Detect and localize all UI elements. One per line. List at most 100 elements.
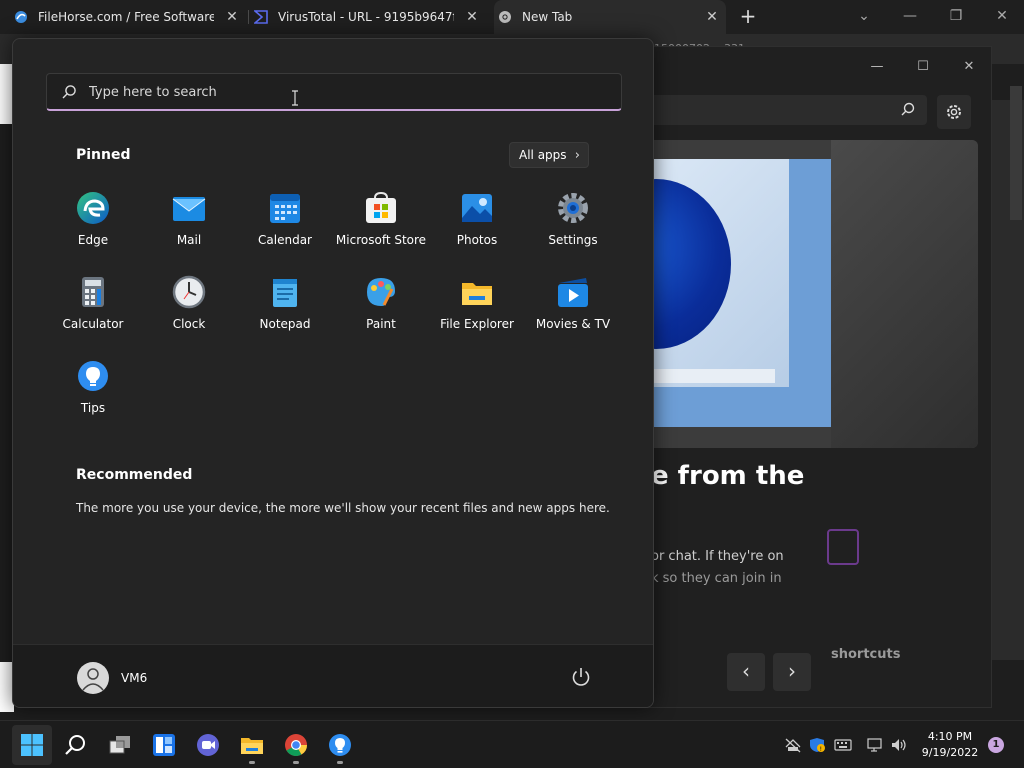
notification-badge[interactable]: 1 <box>988 737 1004 753</box>
pinned-app-paint[interactable]: Paint <box>333 265 429 339</box>
security-shield-icon[interactable]: ! <box>808 737 826 753</box>
pinned-app-microsoft-store[interactable]: Microsoft Store <box>333 181 429 255</box>
search-icon <box>901 102 915 116</box>
search-icon <box>65 735 85 755</box>
tab-new-tab[interactable]: New Tab ✕ <box>494 0 726 34</box>
tips-search-input[interactable] <box>641 95 927 125</box>
calendar-icon <box>270 194 300 223</box>
clock-time: 4:10 PM <box>927 730 973 743</box>
tab-search-chevron-icon[interactable]: ⌄ <box>852 6 876 26</box>
tips-settings-button[interactable] <box>937 95 971 129</box>
app-label: Clock <box>172 317 206 331</box>
start-button[interactable] <box>12 725 52 765</box>
running-indicator <box>293 761 299 764</box>
user-icon <box>82 668 104 691</box>
tab-close-icon[interactable]: ✕ <box>464 9 480 25</box>
scrollbar[interactable] <box>1010 86 1022 220</box>
tab-title: New Tab <box>522 10 573 24</box>
pinned-app-settings[interactable]: Settings <box>525 181 621 255</box>
hero-screen <box>641 159 789 387</box>
search-input[interactable] <box>89 82 589 102</box>
tab-close-icon[interactable]: ✕ <box>224 9 240 25</box>
paint-icon <box>367 278 395 306</box>
gear-icon <box>558 193 588 223</box>
taskbar-clock[interactable]: 4:10 PM 9/19/2022 <box>920 729 980 761</box>
volume-icon[interactable] <box>890 737 908 753</box>
network-icon[interactable] <box>866 737 884 753</box>
tab-filehorse[interactable]: FileHorse.com / Free Software Do ✕ <box>14 0 246 34</box>
tab-title: FileHorse.com / Free Software Do <box>38 10 214 24</box>
start-menu: Pinned All apps › Edge Mail Calendar Mic… <box>12 38 654 708</box>
app-label: Tips <box>80 401 106 415</box>
previous-tip-button[interactable]: ‹ <box>727 653 765 691</box>
chrome-favicon-icon <box>499 11 511 23</box>
app-label: Calendar <box>258 233 312 247</box>
tab-separator <box>248 10 249 24</box>
pinned-app-notepad[interactable]: Notepad <box>237 265 333 339</box>
recommended-message: The more you use your device, the more w… <box>76 501 610 515</box>
hero-tablet <box>641 159 831 427</box>
gear-icon <box>947 105 961 119</box>
app-label: Microsoft Store <box>335 233 427 247</box>
restore-icon[interactable]: ❐ <box>944 6 968 26</box>
pinned-app-tips[interactable]: Tips <box>45 349 141 423</box>
tab-close-icon[interactable]: ✕ <box>704 9 720 25</box>
pinned-app-mail[interactable]: Mail <box>141 181 237 255</box>
keyboard-icon[interactable] <box>834 737 852 753</box>
file-explorer-taskbar-button[interactable] <box>232 725 272 765</box>
start-footer: VM6 <box>13 644 653 707</box>
start-search-box[interactable] <box>46 73 622 111</box>
store-icon <box>366 191 396 223</box>
new-tab-plus-icon[interactable]: + <box>738 6 758 26</box>
next-tip-button[interactable]: › <box>773 653 811 691</box>
widgets-icon <box>153 734 175 756</box>
user-name: VM6 <box>121 671 148 685</box>
minimize-icon[interactable]: — <box>867 57 887 77</box>
teams-chat-button[interactable] <box>188 725 228 765</box>
close-icon[interactable]: ✕ <box>959 57 979 77</box>
tips-titlebar: — ☐ ✕ <box>641 47 991 87</box>
tab-title: VirusTotal - URL - 9195b9647f01( <box>278 10 454 24</box>
maximize-icon[interactable]: ☐ <box>913 57 933 77</box>
app-label: Calculator <box>62 317 124 331</box>
folder-icon <box>462 283 492 305</box>
pinned-app-edge[interactable]: Edge <box>45 181 141 255</box>
tips-taskbar-button[interactable] <box>320 725 360 765</box>
chrome-taskbar-button[interactable] <box>276 725 316 765</box>
app-label: Edge <box>77 233 109 247</box>
tips-body-text: or chat. If they're on <box>651 549 784 564</box>
pinned-heading: Pinned <box>76 147 131 163</box>
tips-shortcuts-heading: shortcuts <box>831 647 901 662</box>
task-view-button[interactable] <box>100 725 140 765</box>
pinned-app-file-explorer[interactable]: File Explorer <box>429 265 525 339</box>
close-icon[interactable]: ✕ <box>990 6 1014 26</box>
photos-icon <box>462 194 492 222</box>
task-view-icon <box>109 736 130 754</box>
power-icon[interactable] <box>569 665 593 689</box>
calculator-icon <box>82 277 104 307</box>
chevron-right-icon: › <box>574 148 580 163</box>
network-disconnected-icon[interactable] <box>784 737 802 753</box>
all-apps-label: All apps <box>519 148 567 162</box>
svg-text:!: ! <box>820 746 822 753</box>
app-label: Paint <box>366 317 396 331</box>
all-apps-button[interactable]: All apps › <box>509 142 589 168</box>
pinned-app-clock[interactable]: Clock <box>141 265 237 339</box>
tab-virustotal[interactable]: VirusTotal - URL - 9195b9647f01( ✕ <box>254 0 486 34</box>
minimize-icon[interactable]: — <box>898 6 922 26</box>
pinned-app-photos[interactable]: Photos <box>429 181 525 255</box>
chat-face-icon <box>827 529 859 565</box>
mail-icon <box>172 197 206 221</box>
pinned-app-movies-tv[interactable]: Movies & TV <box>525 265 621 339</box>
app-label: Mail <box>176 233 202 247</box>
pinned-app-calculator[interactable]: Calculator <box>45 265 141 339</box>
recommended-heading: Recommended <box>76 467 193 483</box>
tips-body-text: k so they can join in <box>651 571 782 586</box>
app-label: Notepad <box>259 317 311 331</box>
app-label: File Explorer <box>440 317 514 331</box>
widgets-button[interactable] <box>144 725 184 765</box>
user-account-button[interactable]: VM6 <box>69 655 169 701</box>
pinned-app-calendar[interactable]: Calendar <box>237 181 333 255</box>
windows-bloom <box>641 179 731 349</box>
taskbar-search-button[interactable] <box>56 725 96 765</box>
